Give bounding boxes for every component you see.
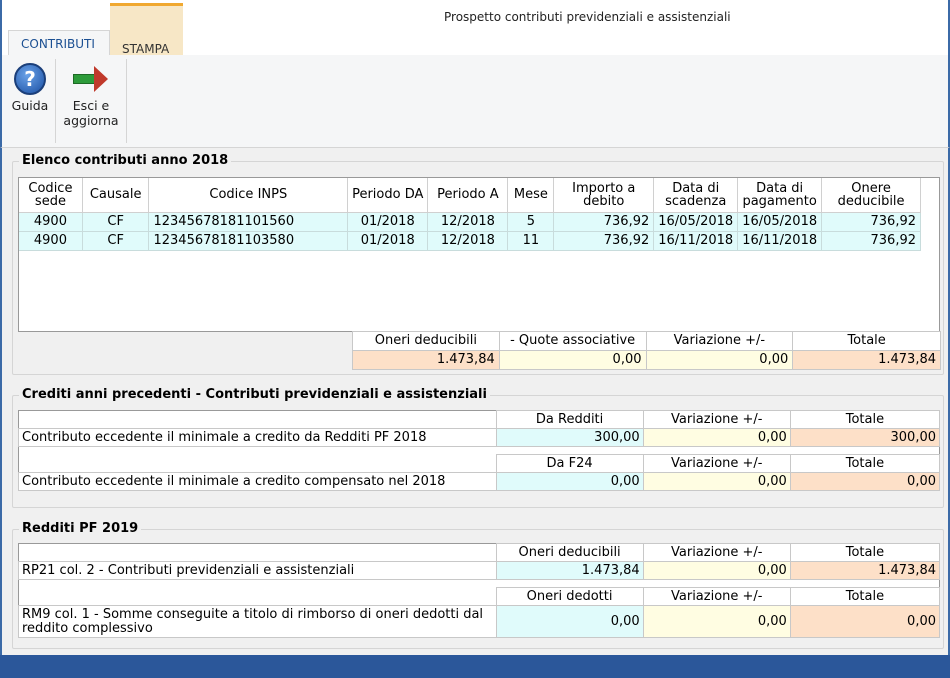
col-header[interactable]: Onere deducibile [821, 178, 921, 213]
ribbon-separator [55, 59, 56, 143]
col-header[interactable]: Codice INPS [148, 178, 349, 213]
cell: 12/2018 [427, 212, 509, 232]
variazione-header: Variazione +/- [642, 587, 791, 606]
cell: 736,92 [821, 212, 921, 232]
totale-header: Totale [789, 410, 941, 429]
cell: 5 [507, 212, 555, 232]
cell: 4900 [19, 212, 83, 232]
oneri-deducibili-header: Oneri deducibili [495, 543, 644, 562]
cell: CF [82, 231, 150, 251]
cell: 4900 [19, 231, 83, 251]
cell: 12345678181101560 [148, 212, 349, 232]
esci-label: Esci e aggiorna [63, 98, 119, 128]
cell: 736,92 [553, 231, 655, 251]
cell: 11 [507, 231, 555, 251]
cell: 16/11/2018 [737, 231, 823, 251]
ribbon-separator [126, 59, 127, 143]
totale-value: 1.473,84 [789, 561, 941, 580]
totale-value: 1.473,84 [792, 350, 941, 370]
oneri-dedotti-header: Oneri dedotti [495, 587, 644, 606]
window-bottom-bar [0, 655, 950, 678]
totale-header: Totale [789, 543, 941, 562]
window-title: Prospetto contributi previdenziali e ass… [444, 10, 731, 24]
list-header: Codice sede Causale Codice INPS Periodo … [19, 178, 921, 213]
help-icon: ? [14, 63, 46, 95]
oneri-dedotti-value: 0,00 [495, 605, 644, 638]
col-header[interactable]: Periodo DA [347, 178, 429, 213]
table-row[interactable]: 4900 CF 12345678181101560 01/2018 12/201… [19, 212, 921, 232]
da-f24-header: Da F24 [495, 454, 644, 473]
da-redditi-header: Da Redditi [495, 410, 644, 429]
table-row[interactable]: 4900 CF 12345678181103580 01/2018 12/201… [19, 231, 921, 251]
row-label: Contributo eccedente il minimale a credi… [18, 472, 497, 491]
elenco-summary: Oneri deducibili - Quote associative Var… [352, 331, 941, 370]
tab-stampa[interactable]: STAMPA [110, 3, 183, 56]
cell: 736,92 [553, 212, 655, 232]
redditi-table: Oneri deducibili Variazione +/- Totale R… [18, 543, 941, 638]
totale-value: 0,00 [789, 605, 941, 638]
totale-value: 300,00 [789, 428, 941, 447]
oneri-deducibili-value: 1.473,84 [352, 350, 500, 370]
row-label: RP21 col. 2 - Contributi previdenziali e… [18, 561, 497, 580]
guida-button[interactable]: ? Guida [8, 59, 52, 113]
redditi-group: Redditi PF 2019 Oneri deducibili Variazi… [12, 521, 944, 649]
cell: 16/11/2018 [653, 231, 739, 251]
cell: CF [82, 212, 150, 232]
variazione-field[interactable]: 0,00 [645, 350, 794, 370]
crediti-title: Crediti anni precedenti - Contributi pre… [19, 387, 490, 402]
variazione-field[interactable]: 0,00 [642, 472, 791, 491]
variazione-header: Variazione +/- [645, 331, 794, 351]
crediti-group: Crediti anni precedenti - Contributi pre… [12, 387, 944, 508]
cell: 12/2018 [427, 231, 509, 251]
cell: 16/05/2018 [653, 212, 739, 232]
variazione-header: Variazione +/- [642, 454, 791, 473]
cell: 01/2018 [347, 231, 429, 251]
row-label: Contributo eccedente il minimale a credi… [18, 428, 497, 447]
col-header[interactable]: Data di scadenza [653, 178, 739, 213]
oneri-deducibili-value: 1.473,84 [495, 561, 644, 580]
col-header[interactable]: Codice sede [19, 178, 83, 213]
quote-associative-field[interactable]: 0,00 [498, 350, 647, 370]
variazione-header: Variazione +/- [642, 543, 791, 562]
variazione-field[interactable]: 0,00 [642, 605, 791, 638]
cell: 12345678181103580 [148, 231, 349, 251]
ribbon-tabs: CONTRIBUTI STAMPA [0, 3, 950, 56]
cell: 16/05/2018 [737, 212, 823, 232]
guida-label: Guida [11, 98, 49, 113]
totale-header: Totale [792, 331, 941, 351]
crediti-redditi-table: Da Redditi Variazione +/- Totale Contrib… [18, 410, 941, 491]
tab-contributi[interactable]: CONTRIBUTI [8, 30, 110, 55]
exit-arrow-icon [71, 63, 111, 95]
col-header[interactable]: Periodo A [427, 178, 509, 213]
oneri-deducibili-header: Oneri deducibili [352, 331, 500, 351]
da-redditi-value: 300,00 [495, 428, 644, 447]
cell: 01/2018 [347, 212, 429, 232]
totale-header: Totale [789, 587, 941, 606]
esci-aggiorna-button[interactable]: Esci e aggiorna [60, 59, 122, 128]
redditi-title: Redditi PF 2019 [19, 521, 142, 536]
quote-associative-header: - Quote associative [498, 331, 647, 351]
totale-header: Totale [789, 454, 941, 473]
contributi-list[interactable]: Codice sede Causale Codice INPS Periodo … [18, 177, 940, 332]
da-f24-value: 0,00 [495, 472, 644, 491]
variazione-field[interactable]: 0,00 [642, 561, 791, 580]
ribbon-toolbar: ? Guida Esci e aggiorna [0, 55, 950, 148]
totale-value: 0,00 [789, 472, 941, 491]
variazione-header: Variazione +/- [642, 410, 791, 429]
col-header[interactable]: Importo a debito [553, 178, 655, 213]
cell: 736,92 [821, 231, 921, 251]
variazione-field[interactable]: 0,00 [642, 428, 791, 447]
row-label: RM9 col. 1 - Somme conseguite a titolo d… [18, 605, 497, 638]
col-header[interactable]: Causale [82, 178, 150, 213]
content-area: Elenco contributi anno 2018 Codice sede … [0, 148, 950, 655]
col-header[interactable]: Mese [507, 178, 555, 213]
elenco-group: Elenco contributi anno 2018 Codice sede … [12, 153, 944, 375]
elenco-title: Elenco contributi anno 2018 [19, 153, 232, 168]
col-header[interactable]: Data di pagamento [737, 178, 823, 213]
